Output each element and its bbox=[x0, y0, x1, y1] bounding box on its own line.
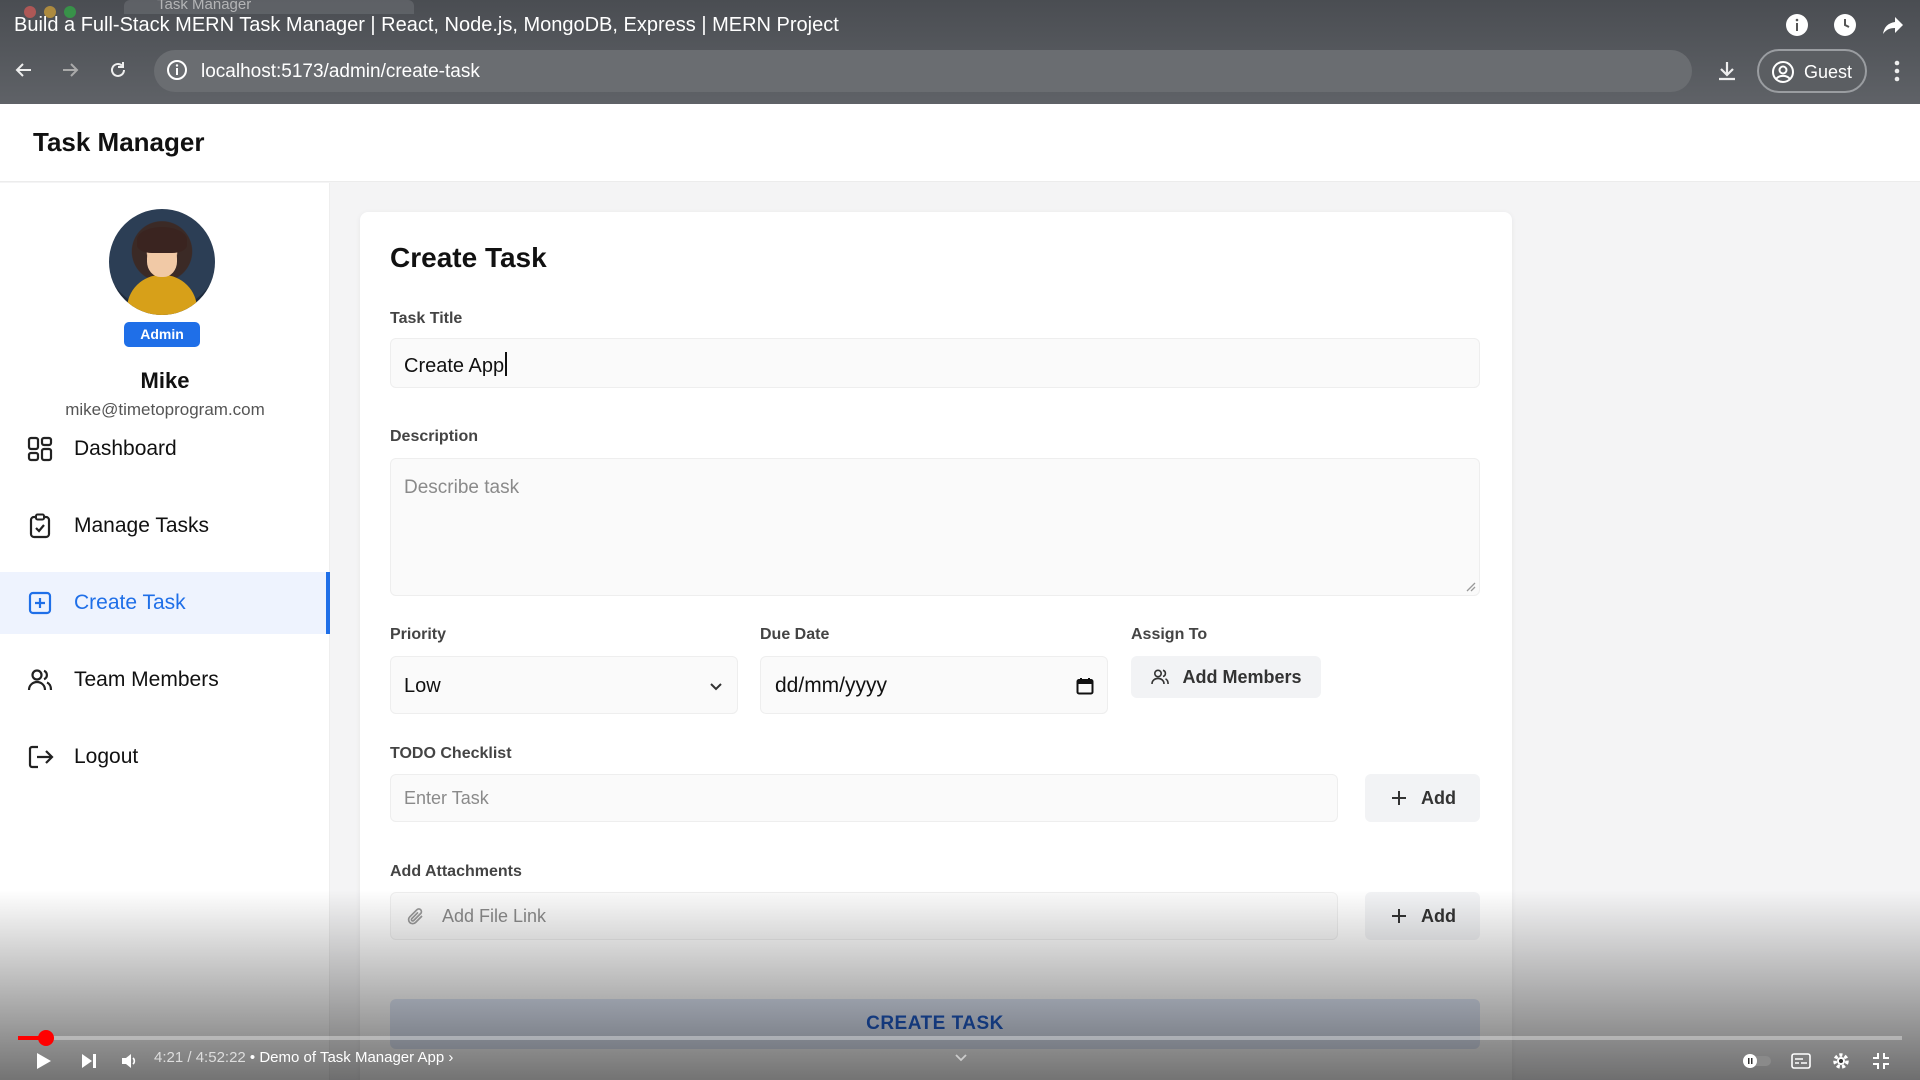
app-header: Task Manager bbox=[0, 104, 1920, 182]
add-attachment-label: Add bbox=[1421, 905, 1456, 926]
next-icon[interactable] bbox=[74, 1046, 104, 1076]
video-scrubber-handle[interactable] bbox=[38, 1030, 55, 1046]
clipboard-check-icon bbox=[26, 512, 54, 540]
app-viewport: Task Manager Admin Mike mike@timetoprogr… bbox=[0, 104, 1920, 1080]
chapter-title[interactable]: • Demo of Task Manager App › bbox=[246, 1049, 453, 1066]
play-icon[interactable] bbox=[28, 1046, 58, 1076]
text-caret bbox=[505, 352, 508, 376]
assign-to-label: Assign To bbox=[1131, 626, 1208, 643]
users-icon bbox=[26, 666, 54, 694]
attachments-label: Add Attachments bbox=[390, 863, 522, 880]
more-menu-icon[interactable] bbox=[1882, 54, 1912, 88]
site-info-icon[interactable] bbox=[166, 59, 190, 83]
profile-label: Guest bbox=[1804, 62, 1853, 82]
priority-value: Low bbox=[404, 675, 441, 697]
users-icon bbox=[1150, 667, 1170, 687]
file-link-placeholder: Add File Link bbox=[442, 906, 547, 926]
sidebar-item-create-task[interactable]: Create Task bbox=[0, 572, 330, 634]
watch-later-icon[interactable] bbox=[1832, 12, 1858, 38]
task-title-input[interactable]: Create App bbox=[390, 338, 1480, 388]
description-label: Description bbox=[390, 428, 479, 445]
video-time: 4:21 / 4:52:22 • Demo of Task Manager Ap… bbox=[154, 1049, 453, 1066]
share-icon[interactable] bbox=[1880, 12, 1906, 38]
sidebar-item-manage-tasks[interactable]: Manage Tasks bbox=[0, 495, 330, 557]
plus-square-icon bbox=[26, 589, 54, 617]
task-title-label: Task Title bbox=[390, 310, 463, 327]
due-date-label: Due Date bbox=[760, 626, 830, 643]
add-attachment-button[interactable]: Add bbox=[1365, 892, 1480, 940]
current-time: 4:21 bbox=[154, 1049, 184, 1066]
logout-icon bbox=[26, 743, 54, 771]
avatar bbox=[109, 209, 215, 315]
create-task-button[interactable]: CREATE TASK bbox=[390, 999, 1480, 1049]
role-badge: Admin bbox=[124, 322, 200, 347]
due-date-input[interactable]: dd/mm/yyyy bbox=[760, 656, 1108, 714]
app-title: Task Manager bbox=[33, 127, 205, 157]
add-todo-button[interactable]: Add bbox=[1365, 774, 1480, 822]
todo-input[interactable]: Enter Task bbox=[390, 774, 1338, 822]
forward-icon[interactable] bbox=[52, 52, 88, 88]
video-progress-bar[interactable] bbox=[18, 1030, 1902, 1046]
browser-chrome: Task Manager Build a Full-Stack MERN Tas… bbox=[0, 0, 1920, 104]
plus-icon bbox=[1389, 906, 1409, 926]
browser-tab-label: Task Manager bbox=[157, 0, 252, 13]
sidebar-item-label: Team Members bbox=[74, 668, 219, 691]
download-icon[interactable] bbox=[1710, 54, 1744, 88]
add-members-button[interactable]: Add Members bbox=[1131, 656, 1321, 698]
priority-select[interactable]: Low bbox=[390, 656, 738, 714]
chevron-down-icon bbox=[707, 677, 725, 695]
paperclip-icon bbox=[405, 906, 427, 928]
sidebar-item-dashboard[interactable]: Dashboard bbox=[0, 418, 330, 480]
sidebar-item-label: Dashboard bbox=[74, 437, 177, 460]
add-members-label: Add Members bbox=[1182, 666, 1302, 687]
description-textarea[interactable]: Describe task bbox=[390, 458, 1480, 596]
reload-icon[interactable] bbox=[100, 52, 136, 88]
sidebar-item-team-members[interactable]: Team Members bbox=[0, 649, 330, 711]
chevron-down-icon[interactable] bbox=[952, 1048, 970, 1066]
video-title[interactable]: Build a Full-Stack MERN Task Manager | R… bbox=[14, 14, 839, 37]
time-separator: / bbox=[183, 1049, 196, 1066]
address-bar[interactable]: localhost:5173/admin/create-task bbox=[154, 50, 1692, 92]
url-text[interactable]: localhost:5173/admin/create-task bbox=[201, 61, 480, 83]
due-date-placeholder: dd/mm/yyyy bbox=[775, 674, 888, 697]
sidebar-item-label: Create Task bbox=[74, 591, 186, 614]
sidebar-item-label: Manage Tasks bbox=[74, 514, 210, 537]
todo-placeholder: Enter Task bbox=[404, 788, 489, 808]
calendar-icon[interactable] bbox=[1075, 676, 1095, 696]
profile-button[interactable]: Guest bbox=[1757, 49, 1867, 93]
volume-icon[interactable] bbox=[114, 1046, 144, 1076]
description-placeholder: Describe task bbox=[404, 477, 520, 498]
autoplay-toggle-icon[interactable] bbox=[1742, 1046, 1772, 1076]
settings-icon[interactable] bbox=[1826, 1046, 1856, 1076]
user-email: mike@timetoprogram.com bbox=[65, 400, 265, 419]
browser-toolbar: localhost:5173/admin/create-task Guest bbox=[0, 44, 1920, 100]
resize-handle-icon[interactable] bbox=[1464, 580, 1476, 592]
file-link-input[interactable]: Add File Link bbox=[390, 892, 1338, 940]
add-todo-label: Add bbox=[1421, 787, 1456, 808]
page-title: Create Task bbox=[390, 242, 547, 273]
user-name: Mike bbox=[140, 368, 190, 393]
sidebar-item-label: Logout bbox=[74, 745, 139, 768]
exit-fullscreen-icon[interactable] bbox=[1866, 1046, 1896, 1076]
back-icon[interactable] bbox=[6, 52, 42, 88]
sidebar-item-logout[interactable]: Logout bbox=[0, 726, 330, 788]
create-task-card: Create Task Task Title Create App Descri… bbox=[360, 212, 1512, 1080]
sidebar: Admin Mike mike@timetoprogram.com Dashbo… bbox=[0, 183, 330, 1080]
profile-icon bbox=[1771, 60, 1795, 84]
duration: 4:52:22 bbox=[195, 1049, 246, 1066]
priority-label: Priority bbox=[390, 626, 447, 643]
dashboard-icon bbox=[26, 435, 54, 463]
captions-icon[interactable] bbox=[1786, 1046, 1816, 1076]
plus-icon bbox=[1389, 788, 1409, 808]
info-icon[interactable] bbox=[1784, 12, 1810, 38]
task-title-value: Create App bbox=[404, 355, 505, 377]
todo-checklist-label: TODO Checklist bbox=[390, 745, 512, 762]
